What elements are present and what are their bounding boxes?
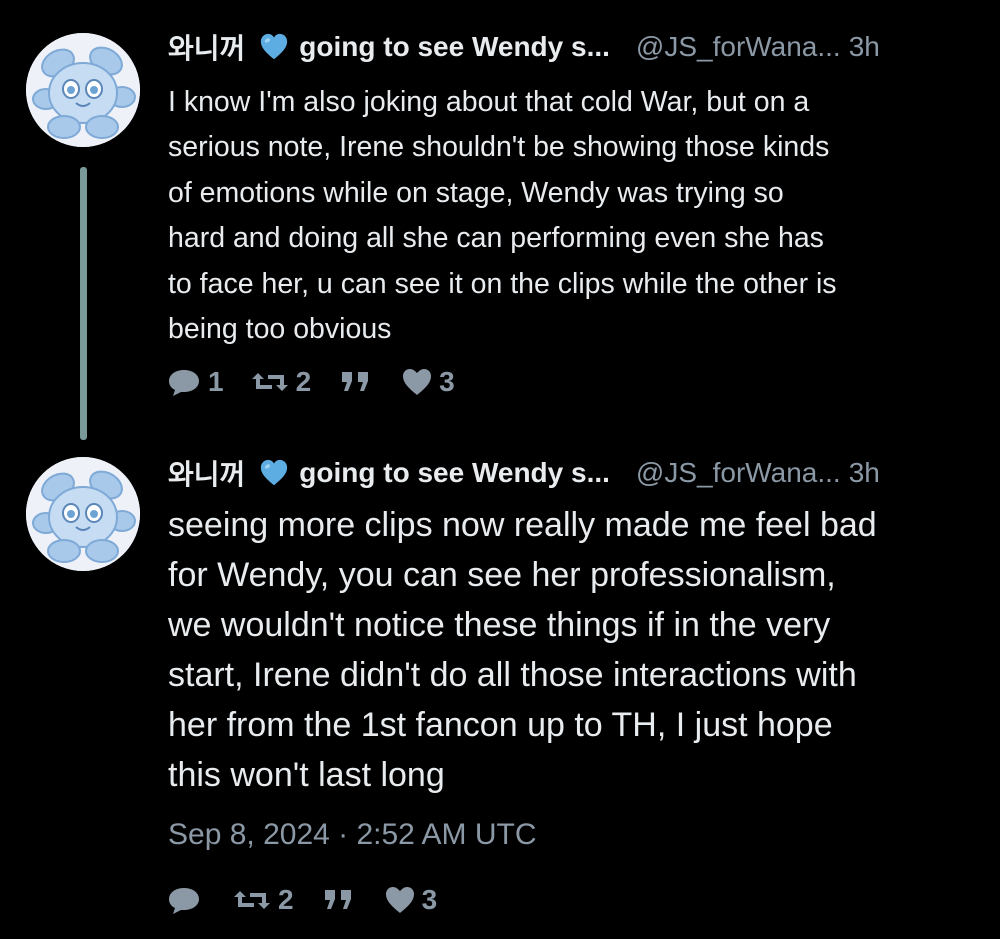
tweet-text-line: seeing more clips now really made me fee… xyxy=(168,506,877,544)
tweet-text: seeing more clips now really made me fee… xyxy=(168,500,988,800)
bio-snippet[interactable]: going to see Wendy s... xyxy=(299,457,610,489)
like-icon xyxy=(403,369,432,395)
tweet-text-line: this won't last long xyxy=(168,756,445,794)
tweet-text-line: start, Irene didn't do all those interac… xyxy=(168,656,857,694)
tweet-actions: 2 3 xyxy=(166,880,437,920)
retweet-button[interactable]: 2 xyxy=(232,884,294,916)
retweet-count: 2 xyxy=(278,884,294,915)
like-icon xyxy=(385,887,414,913)
tweet-text-line: hard and doing all she can performing ev… xyxy=(168,222,824,255)
retweet-button[interactable]: 2 xyxy=(250,366,312,398)
tweet-text-line: I know I'm also joking about that cold W… xyxy=(168,86,810,118)
tweet-text-line: of emotions while on stage, Wendy was tr… xyxy=(168,176,784,209)
retweet-icon xyxy=(251,373,288,391)
user-handle[interactable]: @JS_forWana... xyxy=(636,457,841,489)
quote-icon xyxy=(324,890,351,909)
blue-heart-emoji-icon xyxy=(259,32,289,62)
tweet-time[interactable]: 3h xyxy=(849,457,880,489)
user-handle[interactable]: @JS_forWana... xyxy=(636,31,841,63)
tweet-header: 와니꺼 going to see Wendy s... @JS_forWana.… xyxy=(168,27,988,67)
tweet-actions: 1 2 3 xyxy=(166,362,455,402)
tweet-header: 와니꺼 going to see Wendy s... @JS_forWana.… xyxy=(168,453,988,493)
blue-heart-emoji-icon xyxy=(259,458,289,488)
like-count: 3 xyxy=(439,366,455,397)
reply-button[interactable]: 1 xyxy=(166,366,224,398)
reply-count: 1 xyxy=(208,366,224,397)
reply-icon xyxy=(169,888,199,914)
display-name[interactable]: 와니꺼 xyxy=(168,27,245,67)
tweet-timestamp[interactable]: Sep 8, 2024 · 2:52 AM UTC xyxy=(168,818,537,852)
tweet-text-line: to face her, u can see it on the clips w… xyxy=(168,267,837,300)
avatar[interactable] xyxy=(26,457,140,571)
avatar[interactable] xyxy=(26,33,140,147)
bio-snippet[interactable]: going to see Wendy s... xyxy=(299,31,610,63)
tweet-time[interactable]: 3h xyxy=(849,31,880,63)
quote-button[interactable] xyxy=(339,367,373,397)
reply-icon xyxy=(169,370,199,396)
retweet-icon xyxy=(234,891,270,909)
tweet-text-line: for Wendy, you can see her professionali… xyxy=(168,556,836,594)
like-button[interactable]: 3 xyxy=(401,366,455,398)
like-count: 3 xyxy=(421,884,438,915)
quote-button[interactable] xyxy=(322,885,356,915)
tweet-text-line: we wouldn't notice these things if in th… xyxy=(168,606,831,644)
tweet-text: I know I'm also joking about that cold W… xyxy=(168,80,988,352)
tweet-text-line: her from the 1st fancon up to TH, I just… xyxy=(168,706,833,744)
thread-line xyxy=(80,167,87,440)
quote-icon xyxy=(342,372,369,391)
display-name[interactable]: 와니꺼 xyxy=(168,453,245,493)
tweet-text-line: serious note, Irene shouldn't be showing… xyxy=(168,131,830,164)
tweet-text-line: being too obvious xyxy=(168,313,392,346)
retweet-count: 2 xyxy=(295,366,312,397)
like-button[interactable]: 3 xyxy=(384,884,438,916)
reply-button[interactable] xyxy=(166,885,208,915)
